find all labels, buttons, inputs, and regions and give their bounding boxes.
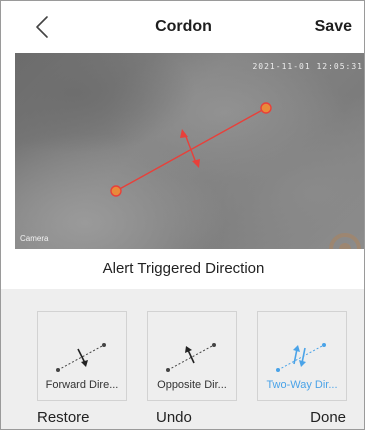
option-label: Opposite Dir...: [157, 379, 227, 391]
option-label: Two-Way Dir...: [266, 379, 338, 391]
cordon-start-handle[interactable]: [110, 185, 122, 197]
cordon-end-handle[interactable]: [260, 102, 272, 114]
option-label: Forward Dire...: [45, 379, 119, 391]
page-title: Cordon: [155, 18, 212, 35]
done-button[interactable]: Done: [310, 409, 346, 426]
app-frame: Cordon Save 2021-11-01 12:05:31 Camera A…: [0, 0, 365, 430]
direction-options: Forward Dire... Opposite Dir... Two-Way …: [1, 289, 364, 429]
restore-button[interactable]: Restore: [37, 409, 90, 426]
alert-direction-heading: Alert Triggered Direction: [1, 249, 364, 289]
undo-button[interactable]: Undo: [156, 409, 192, 426]
camera-label: Camera: [20, 234, 49, 243]
option-two-way-direction[interactable]: Two-Way Dir...: [257, 311, 347, 401]
cordon-overlay: [110, 102, 272, 197]
option-forward-direction[interactable]: Forward Dire...: [37, 311, 127, 401]
save-button[interactable]: Save: [315, 1, 352, 53]
direction-arrow-icon[interactable]: [180, 129, 200, 168]
camera-preview[interactable]: 2021-11-01 12:05:31 Camera: [15, 53, 364, 249]
action-bar: Restore Undo Done: [1, 409, 364, 429]
top-bar: Cordon Save: [1, 1, 364, 53]
option-opposite-direction[interactable]: Opposite Dir...: [147, 311, 237, 401]
